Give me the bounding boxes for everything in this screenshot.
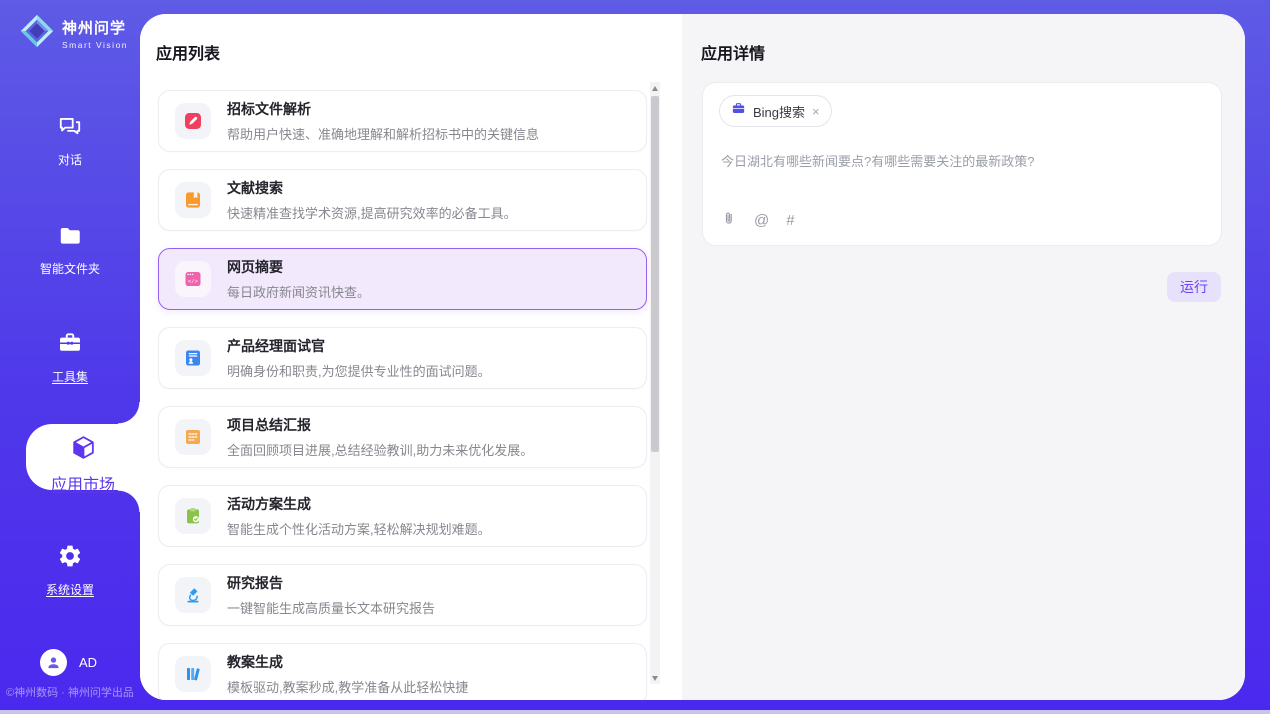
copyright-text: ©神州数码 · 神州问学出品: [6, 684, 134, 700]
query-text: 今日湖北有哪些新闻要点?有哪些需要关注的最新政策?: [721, 151, 1203, 170]
content-area: 应用列表 招标文件解析 帮助用户快速、准确地理解和解析招标书中的关键信息: [140, 14, 1245, 700]
app-name: 文献搜索: [227, 178, 517, 198]
composer-toolbar: @ #: [721, 210, 795, 231]
sidebar-item-label: 工具集: [52, 368, 88, 385]
run-button[interactable]: 运行: [1167, 272, 1221, 302]
diamond-logo-icon: [18, 12, 56, 55]
app-item-project-summary[interactable]: 项目总结汇报 全面回顾项目进展,总结经验教训,助力未来优化发展。: [158, 406, 647, 468]
hash-icon[interactable]: #: [786, 212, 794, 229]
sidebar: 神州问学 Smart Vision 对话 智能文件夹: [0, 0, 140, 714]
app-item-web-summary[interactable]: </> 网页摘要 每日政府新闻资讯快查。: [158, 248, 647, 310]
clipboard-check-icon: [175, 498, 211, 534]
interview-icon: [175, 340, 211, 376]
app-item-event-plan[interactable]: 活动方案生成 智能生成个性化活动方案,轻松解决规划难题。: [158, 485, 647, 547]
svg-text:</>: </>: [188, 278, 199, 285]
app-item-research-report[interactable]: 研究报告 一键智能生成高质量长文本研究报告: [158, 564, 647, 626]
app-detail-title: 应用详情: [701, 40, 1245, 64]
doc-edit-icon: [175, 103, 211, 139]
folder-icon: [57, 222, 83, 253]
app-item-pm-interviewer[interactable]: 产品经理面试官 明确身份和职责,为您提供专业性的面试问题。: [158, 327, 647, 389]
app-desc: 一键智能生成高质量长文本研究报告: [227, 598, 435, 617]
toolbox-icon: [57, 330, 83, 361]
app-desc: 每日政府新闻资讯快查。: [227, 282, 370, 301]
mention-icon[interactable]: @: [754, 212, 769, 229]
gear-icon: [57, 543, 83, 574]
app-item-literature-search[interactable]: 文献搜索 快速精准查找学术资源,提高研究效率的必备工具。: [158, 169, 647, 231]
app-desc: 帮助用户快速、准确地理解和解析招标书中的关键信息: [227, 124, 539, 143]
app-list-title: 应用列表: [156, 40, 646, 64]
person-icon: [40, 649, 67, 676]
app-desc: 模板驱动,教案秒成,教学准备从此轻松快捷: [227, 677, 468, 696]
app-name: 研究报告: [227, 573, 435, 593]
notepad-icon: [175, 419, 211, 455]
app-name: 产品经理面试官: [227, 336, 491, 356]
scroll-down-icon[interactable]: [650, 672, 660, 684]
user-initials: AD: [79, 655, 97, 670]
tool-chip-bing-search[interactable]: Bing搜索 ×: [719, 95, 832, 127]
brand-tagline: Smart Vision: [62, 40, 128, 50]
app-desc: 明确身份和职责,为您提供专业性的面试问题。: [227, 361, 491, 380]
app-name: 招标文件解析: [227, 99, 539, 119]
app-item-bid-doc-parse[interactable]: 招标文件解析 帮助用户快速、准确地理解和解析招标书中的关键信息: [158, 90, 647, 152]
sidebar-item-chat[interactable]: 对话: [0, 113, 140, 168]
cube-icon: [70, 434, 97, 466]
app-desc: 快速精准查找学术资源,提高研究效率的必备工具。: [227, 203, 517, 222]
brand-logo: 神州问学 Smart Vision: [18, 12, 128, 55]
tool-chip-label: Bing搜索: [753, 102, 805, 121]
close-icon[interactable]: ×: [812, 105, 820, 118]
scroll-up-icon[interactable]: [650, 82, 660, 94]
sidebar-item-label: 对话: [58, 151, 82, 168]
sidebar-item-smart-folder[interactable]: 智能文件夹: [0, 222, 140, 277]
sidebar-item-label: 系统设置: [46, 581, 94, 598]
app-desc: 全面回顾项目进展,总结经验教训,助力未来优化发展。: [227, 440, 533, 459]
sidebar-item-app-market[interactable]: 应用市场: [26, 424, 140, 490]
app-list-panel: 应用列表 招标文件解析 帮助用户快速、准确地理解和解析招标书中的关键信息: [140, 14, 682, 700]
chat-icon: [57, 113, 83, 144]
app-name: 网页摘要: [227, 257, 370, 277]
web-code-icon: </>: [175, 261, 211, 297]
microscope-icon: [175, 577, 211, 613]
app-desc: 智能生成个性化活动方案,轻松解决规划难题。: [227, 519, 491, 538]
sidebar-item-toolset[interactable]: 工具集: [0, 330, 140, 385]
sidebar-item-label: 智能文件夹: [40, 260, 100, 277]
paperclip-icon[interactable]: [721, 210, 737, 231]
app-name: 项目总结汇报: [227, 415, 533, 435]
window-bottom-edge: [0, 710, 1270, 714]
user-avatar[interactable]: AD: [40, 649, 97, 676]
book-icon: [175, 182, 211, 218]
books-icon: [175, 656, 211, 692]
scrollbar-thumb[interactable]: [651, 96, 659, 452]
app-name: 活动方案生成: [227, 494, 491, 514]
app-detail-panel: 应用详情 Bing搜索 × 今日湖北有哪些新闻要点?有哪些需要关注的最新政策?: [682, 14, 1245, 700]
sidebar-item-label: 应用市场: [51, 471, 115, 495]
app-name: 教案生成: [227, 652, 468, 672]
query-input[interactable]: Bing搜索 × 今日湖北有哪些新闻要点?有哪些需要关注的最新政策? @ #: [702, 82, 1222, 246]
app-item-lesson-plan[interactable]: 教案生成 模板驱动,教案秒成,教学准备从此轻松快捷: [158, 643, 647, 700]
briefcase-icon: [731, 101, 746, 121]
brand-name: 神州问学: [62, 17, 128, 38]
sidebar-item-settings[interactable]: 系统设置: [0, 543, 140, 598]
app-list-scrollbar[interactable]: [650, 82, 660, 684]
